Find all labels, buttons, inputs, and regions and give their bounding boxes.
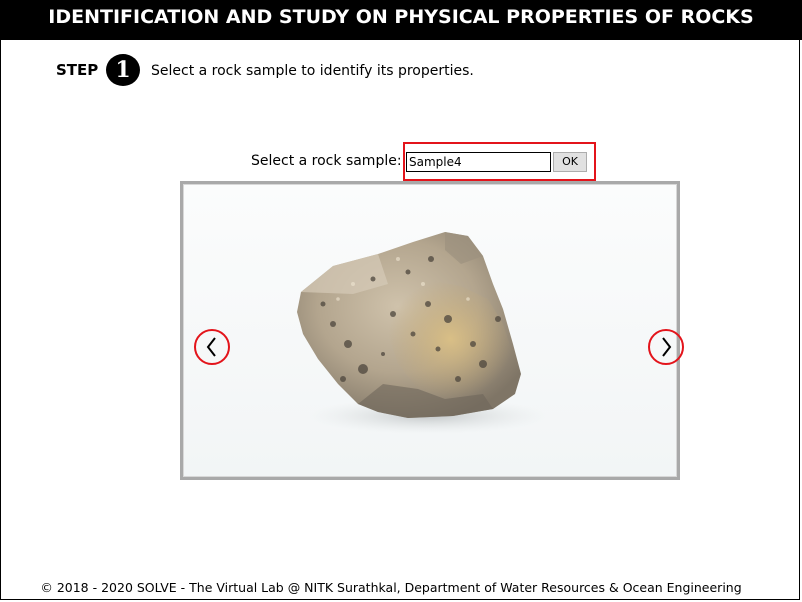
- chevron-right-icon: [662, 337, 672, 357]
- ok-button[interactable]: OK: [553, 152, 587, 172]
- sample-input[interactable]: [406, 152, 551, 172]
- chevron-left-icon: [206, 337, 216, 357]
- footer-copyright: © 2018 - 2020 SOLVE - The Virtual Lab @ …: [40, 580, 742, 595]
- rock-photo: [297, 232, 548, 434]
- step-number-badge: 1: [106, 54, 140, 86]
- step-label: STEP: [56, 61, 99, 79]
- previous-sample-button[interactable]: [194, 329, 230, 365]
- sample-select-label: Select a rock sample:: [251, 153, 402, 169]
- next-sample-button[interactable]: [648, 329, 684, 365]
- rock-image-viewer: [180, 181, 680, 480]
- page-title: IDENTIFICATION AND STUDY ON PHYSICAL PRO…: [0, 0, 802, 40]
- step-instruction: Select a rock sample to identify its pro…: [151, 63, 474, 79]
